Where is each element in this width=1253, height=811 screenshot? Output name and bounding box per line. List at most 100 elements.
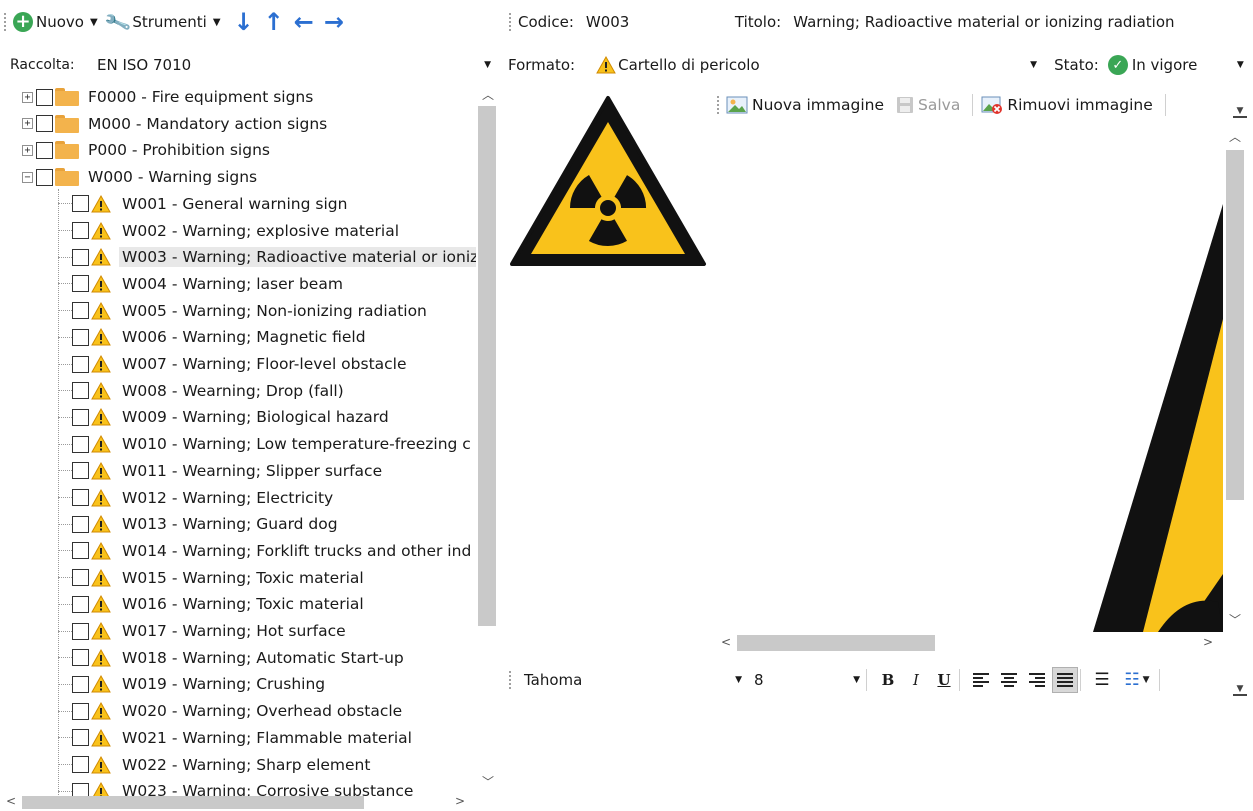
move-down-button[interactable]: ↓	[234, 10, 254, 34]
numbered-list-button[interactable]: ☷ ▼	[1117, 667, 1157, 693]
scrollbar-thumb[interactable]	[478, 106, 496, 626]
tree-item[interactable]: W009 - Warning; Biological hazard	[58, 404, 392, 430]
tools-button[interactable]: 🔧 Strumenti ▼	[103, 8, 221, 37]
tree-horizontal-scrollbar[interactable]: < >	[0, 794, 476, 811]
expand-toggle-icon[interactable]: +	[22, 118, 33, 130]
checkbox[interactable]	[36, 115, 53, 133]
move-right-button[interactable]: →	[324, 10, 344, 34]
tree-item[interactable]: W014 - Warning; Forklift trucks and othe…	[58, 538, 474, 564]
format-select[interactable]: Cartello di pericolo ▼	[591, 51, 1047, 79]
tree-item[interactable]: W021 - Warning; Flammable material	[58, 725, 415, 751]
align-left-button[interactable]	[968, 667, 994, 693]
tree-item[interactable]: W011 - Wearning; Slipper surface	[58, 458, 385, 484]
scrollbar-thumb[interactable]	[1226, 150, 1244, 500]
checkbox[interactable]	[72, 275, 89, 293]
save-button[interactable]: Salva	[896, 96, 960, 114]
tree-item[interactable]: W001 - General warning sign	[58, 191, 350, 217]
font-size-select[interactable]: 8 ▼	[748, 667, 866, 693]
tree-item[interactable]: W019 - Warning; Crushing	[58, 671, 328, 697]
checkbox[interactable]	[72, 756, 89, 773]
image-vertical-scrollbar[interactable]: ︿ ﹀	[1223, 124, 1247, 632]
underline-button[interactable]: U	[931, 667, 957, 693]
tree-item[interactable]: W006 - Warning; Magnetic field	[58, 324, 369, 350]
checkbox[interactable]	[72, 355, 89, 373]
tree-item[interactable]: W016 - Warning; Toxic material	[58, 591, 367, 617]
tree-item[interactable]: W004 - Warning; laser beam	[58, 271, 346, 297]
toolbar-grip[interactable]	[509, 671, 512, 689]
move-left-button[interactable]: ←	[294, 10, 314, 34]
image-horizontal-scrollbar[interactable]: < >	[713, 632, 1223, 654]
checkbox[interactable]	[72, 515, 89, 533]
scroll-up-arrow[interactable]: ︿	[1229, 128, 1241, 145]
align-center-button[interactable]	[996, 667, 1022, 693]
scroll-down-arrow[interactable]: ﹀	[482, 773, 494, 790]
tree-folder[interactable]: + M000 - Mandatory action signs	[22, 111, 330, 137]
tree-vertical-scrollbar[interactable]: ︿ ﹀	[476, 84, 498, 794]
tree-item[interactable]: W017 - Warning; Hot surface	[58, 618, 349, 644]
sign-tree[interactable]: + F0000 - Fire equipment signs + M000 - Man…	[0, 84, 476, 796]
scroll-left-arrow[interactable]: <	[6, 794, 16, 808]
expand-toggle-icon[interactable]: +	[22, 144, 33, 156]
checkbox[interactable]	[72, 489, 89, 506]
checkbox[interactable]	[72, 569, 89, 587]
state-select[interactable]: ✓ In vigore ▼	[1104, 51, 1253, 79]
code-field[interactable]: W003	[579, 7, 725, 37]
radioactive-sign-thumbnail[interactable]	[505, 86, 711, 276]
checkbox[interactable]	[72, 302, 89, 320]
bold-button[interactable]: B	[875, 667, 901, 693]
checkbox[interactable]	[72, 382, 89, 400]
checkbox[interactable]	[72, 729, 89, 747]
tree-item[interactable]: W020 - Warning; Overhead obstacle	[58, 698, 405, 724]
tree-item[interactable]: W008 - Wearning; Drop (fall)	[58, 378, 347, 404]
checkbox[interactable]	[72, 542, 89, 560]
tree-folder[interactable]: + F0000 - Fire equipment signs	[22, 84, 316, 110]
tree-item[interactable]: W013 - Warning; Guard dog	[58, 511, 341, 537]
tree-item[interactable]: W003 - Warning; Radioactive material or …	[58, 244, 476, 270]
checkbox[interactable]	[36, 168, 53, 186]
checkbox[interactable]	[72, 248, 89, 266]
bullet-list-button[interactable]: ☰	[1089, 667, 1115, 693]
remove-image-button[interactable]: Rimuovi immagine	[981, 95, 1153, 115]
tree-item[interactable]: W012 - Warning; Electricity	[58, 485, 336, 511]
checkbox[interactable]	[72, 702, 89, 720]
checkbox[interactable]	[72, 675, 89, 693]
checkbox[interactable]	[72, 195, 89, 213]
move-up-button[interactable]: ↑	[264, 10, 284, 34]
font-family-select[interactable]: Tahoma ▼	[518, 667, 748, 693]
toolbar-grip[interactable]	[509, 13, 512, 31]
image-preview[interactable]	[713, 124, 1223, 632]
collection-select[interactable]: EN ISO 7010 ▼	[88, 51, 500, 79]
new-image-button[interactable]: Nuova immagine	[726, 95, 884, 115]
scroll-right-arrow[interactable]: >	[455, 794, 465, 808]
checkbox[interactable]	[36, 88, 53, 106]
checkbox[interactable]	[72, 328, 89, 346]
tree-item[interactable]: W018 - Warning; Automatic Start-up	[58, 645, 407, 671]
scroll-down-arrow[interactable]: ﹀	[1229, 611, 1241, 628]
description-editor[interactable]	[505, 698, 1253, 811]
scroll-up-arrow[interactable]: ︿	[482, 86, 494, 103]
toolbar-grip[interactable]	[4, 13, 7, 31]
scroll-left-arrow[interactable]: <	[721, 635, 731, 649]
scrollbar-thumb[interactable]	[737, 635, 935, 651]
checkbox[interactable]	[72, 462, 89, 480]
expand-toggle-icon[interactable]: −	[22, 171, 33, 183]
tree-item[interactable]: W007 - Warning; Floor-level obstacle	[58, 351, 410, 377]
tree-folder[interactable]: + P000 - Prohibition signs	[22, 137, 273, 163]
toolbar-grip[interactable]	[717, 96, 720, 114]
tree-item[interactable]: W015 - Warning; Toxic material	[58, 565, 367, 591]
checkbox[interactable]	[36, 141, 53, 159]
tree-item[interactable]: W022 - Warning; Sharp element	[58, 752, 373, 778]
scrollbar-thumb[interactable]	[22, 796, 364, 809]
new-button[interactable]: + Nuovo ▼	[13, 12, 98, 32]
tree-folder[interactable]: − W000 - Warning signs	[22, 164, 260, 190]
checkbox[interactable]	[72, 595, 89, 613]
expand-toggle-icon[interactable]: +	[22, 91, 33, 103]
checkbox[interactable]	[72, 408, 89, 426]
tree-item[interactable]: W002 - Warning; explosive material	[58, 218, 402, 244]
checkbox[interactable]	[72, 435, 89, 453]
tree-item[interactable]: W005 - Warning; Non-ionizing radiation	[58, 298, 430, 324]
toolbar-overflow-button[interactable]: ▼	[1233, 682, 1247, 696]
align-justify-button[interactable]	[1052, 667, 1078, 693]
scroll-right-arrow[interactable]: >	[1203, 635, 1213, 649]
checkbox[interactable]	[72, 222, 89, 239]
